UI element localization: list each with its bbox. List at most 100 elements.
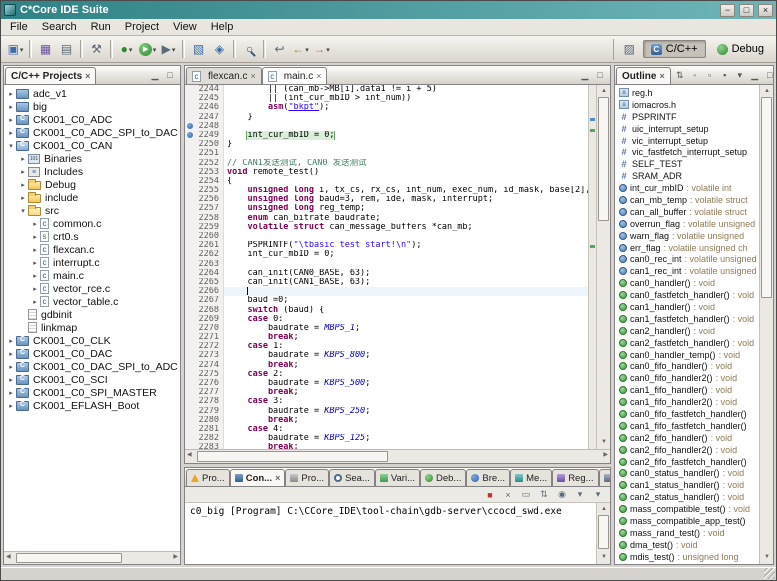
- line-number[interactable]: 2279: [194, 407, 224, 416]
- code-line[interactable]: 2244 || (can_mb->MB[i].data1 != i + 5): [185, 85, 588, 94]
- outline-item[interactable]: can2_handler() : void: [615, 325, 759, 337]
- code-line[interactable]: 2263: [185, 260, 588, 269]
- line-number[interactable]: 2277: [194, 388, 224, 397]
- tree-item[interactable]: include: [4, 191, 180, 204]
- line-number[interactable]: 2263: [194, 260, 224, 269]
- line-number[interactable]: 2282: [194, 434, 224, 443]
- twisty-icon[interactable]: [18, 181, 28, 189]
- code-line[interactable]: 2270 baudrate = MBPS_1;: [185, 324, 588, 333]
- remove-launch-button[interactable]: ×: [500, 488, 516, 502]
- twisty-icon[interactable]: [6, 116, 16, 124]
- annotation-mark[interactable]: [590, 129, 595, 132]
- external-tools-button[interactable]: ▶: [158, 39, 179, 60]
- outline-item[interactable]: can0_fifo_handler2() : void: [615, 372, 759, 384]
- outline-item[interactable]: can2_status_handler() : void: [615, 491, 759, 503]
- hide-fields-button[interactable]: ◦: [688, 69, 702, 81]
- twisty-icon[interactable]: [30, 233, 40, 241]
- code-line[interactable]: 2261 PSPRINTF("\tbasic test start!\n");: [185, 241, 588, 250]
- line-number[interactable]: 2245: [194, 94, 224, 103]
- scrollbar-thumb[interactable]: [16, 553, 122, 563]
- bottom-view-tab[interactable]: Mo...: [599, 469, 610, 486]
- outline-item[interactable]: int_cur_mbID : volatile int: [615, 182, 759, 194]
- line-number[interactable]: 2264: [194, 269, 224, 278]
- tree-item[interactable]: CK001_C0_DAC_SPI_to_ADC: [4, 360, 180, 373]
- code-line[interactable]: 2255 unsigned long i, tx_cs, rx_cs, int_…: [185, 186, 588, 195]
- search-button[interactable]: ○: [239, 39, 260, 60]
- line-number[interactable]: 2273: [194, 351, 224, 360]
- code-area[interactable]: 2244 || (can_mb->MB[i].data1 != i + 5) 2…: [185, 85, 588, 449]
- line-number[interactable]: 2271: [194, 333, 224, 342]
- line-number[interactable]: 2269: [194, 315, 224, 324]
- code-line[interactable]: 2260: [185, 232, 588, 241]
- code-line[interactable]: 2247 }: [185, 113, 588, 122]
- outline-item[interactable]: can1_fifo_handler2() : void: [615, 396, 759, 408]
- open-perspective-button[interactable]: ▨: [619, 39, 640, 60]
- dropdown-arrow-icon[interactable]: [171, 43, 176, 55]
- hide-nonpublic-button[interactable]: ▪: [718, 69, 732, 81]
- new-c-class-button[interactable]: ◈: [209, 39, 230, 60]
- twisty-icon[interactable]: [30, 259, 40, 267]
- twisty-icon[interactable]: [18, 168, 28, 176]
- scroll-up-icon[interactable]: ▲: [601, 86, 607, 97]
- code-line[interactable]: 2262 int_cur_mbID = 0;: [185, 250, 588, 259]
- outline-item[interactable]: iomacros.h: [615, 99, 759, 111]
- menu-item[interactable]: File: [3, 20, 35, 34]
- tree-item[interactable]: Binaries: [4, 152, 180, 165]
- bottom-view-tab[interactable]: Vari...: [375, 469, 420, 486]
- outline-item[interactable]: vic_interrupt_setup: [615, 135, 759, 147]
- line-number[interactable]: 2274: [194, 361, 224, 370]
- open-console-button[interactable]: ▾: [590, 488, 606, 502]
- console-output[interactable]: c0_big [Program] C:\CCore_IDE\tool-chain…: [185, 503, 596, 564]
- outline-item[interactable]: can2_fastfetch_handler() : void: [615, 337, 759, 349]
- code-line[interactable]: 2275 case 2:: [185, 370, 588, 379]
- twisty-icon[interactable]: [6, 363, 16, 371]
- tree-item[interactable]: big: [4, 100, 180, 113]
- close-icon[interactable]: [275, 473, 280, 484]
- tree-item[interactable]: crt0.s: [4, 230, 180, 243]
- line-number[interactable]: 2272: [194, 342, 224, 351]
- outline-item[interactable]: mdis_test() : unsigned long: [615, 551, 759, 563]
- outline-item[interactable]: mass_rand_test() : void: [615, 527, 759, 539]
- outline-item[interactable]: PSPRINTF: [615, 111, 759, 123]
- dropdown-arrow-icon[interactable]: [325, 43, 330, 55]
- maximize-button[interactable]: [163, 69, 177, 81]
- toolbar-separator[interactable]: [233, 40, 236, 58]
- menu-item[interactable]: View: [166, 20, 204, 34]
- line-number[interactable]: 2250: [194, 140, 224, 149]
- close-icon[interactable]: [659, 71, 664, 82]
- new-button[interactable]: ▣: [5, 39, 26, 60]
- code-line[interactable]: 2257 unsigned long reg_temp;: [185, 204, 588, 213]
- outline-item[interactable]: can0_status_handler() : void: [615, 468, 759, 480]
- scroll-up-icon[interactable]: ▲: [601, 504, 607, 515]
- twisty-icon[interactable]: [6, 350, 16, 358]
- outline-item[interactable]: SELF_TEST: [615, 158, 759, 170]
- scroll-up-icon[interactable]: ▲: [764, 86, 770, 97]
- twisty-icon[interactable]: [30, 285, 40, 293]
- tree-item[interactable]: CK001_C0_SCI: [4, 373, 180, 386]
- bottom-view-tab[interactable]: Pro...: [285, 469, 329, 486]
- line-number[interactable]: 2252: [194, 159, 224, 168]
- editor-tab[interactable]: main.c: [262, 67, 328, 84]
- line-number[interactable]: 2253: [194, 168, 224, 177]
- code-line[interactable]: 2245 || (int_cur_mbID > int_num)): [185, 94, 588, 103]
- outline-item[interactable]: can0_rec_int : volatile unsigned: [615, 253, 759, 265]
- project-tree[interactable]: adc_v1 big CK001_C0_ADC CK001_C0_ADC_SPI…: [4, 85, 180, 551]
- last-edit-location-button[interactable]: ↩: [269, 39, 290, 60]
- scrollbar-thumb[interactable]: [598, 97, 609, 221]
- twisty-icon[interactable]: [30, 272, 40, 280]
- line-number[interactable]: 2260: [194, 232, 224, 241]
- scroll-left-icon[interactable]: ◀: [6, 552, 11, 563]
- outline-item[interactable]: mass_compatible_app_test(): [615, 515, 759, 527]
- line-number[interactable]: 2244: [194, 85, 224, 94]
- code-line[interactable]: 2272 case 1:: [185, 342, 588, 351]
- display-selected-console-button[interactable]: ▾: [572, 488, 588, 502]
- outline-item[interactable]: can_all_buffer : volatile struct: [615, 206, 759, 218]
- twisty-icon[interactable]: [6, 129, 16, 137]
- tree-item[interactable]: CK001_EFLASH_Boot: [4, 399, 180, 412]
- dropdown-arrow-icon[interactable]: [152, 43, 157, 55]
- code-line[interactable]: 2280 break;: [185, 416, 588, 425]
- outline-item[interactable]: can2_fifo_handler2() : void: [615, 444, 759, 456]
- code-line[interactable]: 2273 baudrate = KBPS_800;: [185, 351, 588, 360]
- outline-item[interactable]: can1_handler() : void: [615, 301, 759, 313]
- menu-item[interactable]: Search: [35, 20, 84, 34]
